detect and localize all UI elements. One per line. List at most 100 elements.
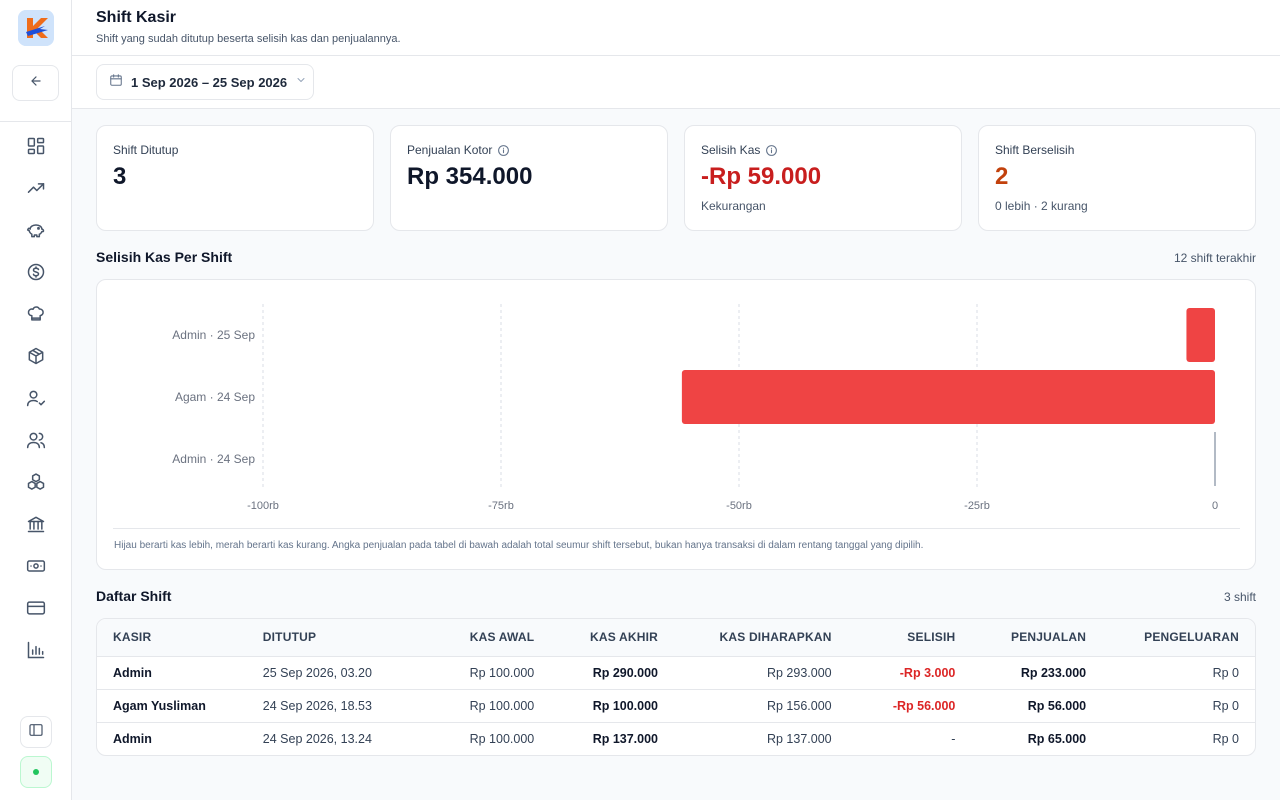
column-header-kasir[interactable]: KASIR [97, 619, 247, 657]
cell-kas-diharapkan: Rp 156.000 [766, 698, 832, 713]
users-icon[interactable] [24, 428, 48, 452]
chart-x-tick-label: -50rb [726, 500, 752, 512]
cell-kas-awal: Rp 100.000 [469, 698, 535, 713]
status-dot-icon [33, 769, 39, 775]
chart-note: Hijau berarti kas lebih, merah berarti k… [114, 540, 924, 551]
stat-value: Rp 354.000 [407, 163, 533, 190]
stat-value: 3 [113, 163, 127, 190]
cell-kasir: Agam Yusliman [113, 698, 206, 713]
connection-status-button[interactable] [20, 756, 52, 788]
stat-label: Penjualan Kotor [407, 143, 510, 157]
shift-table: KASIR DITUTUP KAS AWAL KAS AKHIR KAS DIH… [96, 618, 1256, 756]
banknote-icon[interactable] [24, 554, 48, 578]
cell-kas-awal: Rp 100.000 [469, 731, 535, 746]
dollar-circle-icon[interactable] [24, 260, 48, 284]
chart-x-tick-label: 0 [1212, 500, 1218, 512]
table-section-title: Daftar Shift [96, 588, 172, 604]
date-range-picker[interactable]: 1 Sep 2026 – 25 Sep 2026 [96, 64, 314, 100]
stat-value: 2 [995, 163, 1009, 190]
cell-kasir: Admin [113, 665, 152, 680]
chart-x-tick-label: -75rb [488, 500, 514, 512]
cell-pengeluaran: Rp 0 [1212, 698, 1239, 713]
cell-ditutup: 25 Sep 2026, 03.20 [262, 665, 372, 680]
column-header-ditutup[interactable]: DITUTUP [246, 619, 427, 657]
chart-section-meta: 12 shift terakhir [1173, 251, 1256, 265]
stat-note: 0 lebih · 2 kurang [995, 199, 1088, 213]
chart-canvas: -100rb -75rb -50rb -25rb 0 Admin · 25 Sep Agam… [172, 304, 1218, 512]
sidebar [0, 0, 72, 800]
column-header-kas-awal[interactable]: KAS AWAL [426, 619, 551, 657]
cell-kas-diharapkan: Rp 137.000 [766, 731, 832, 746]
info-icon[interactable] [765, 144, 778, 157]
table-row[interactable]: Agam Yusliman 24 Sep 2026, 18.53 Rp 100.… [97, 689, 1255, 722]
app-logo[interactable] [18, 10, 54, 46]
column-header-penjualan[interactable]: PENJUALAN [971, 619, 1103, 657]
stat-value: -Rp 59.000 [701, 163, 822, 190]
boxes-icon[interactable] [24, 470, 48, 494]
date-range-label: 1 Sep 2026 – 25 Sep 2026 [131, 74, 288, 90]
table-section-meta: 3 shift [1223, 590, 1256, 604]
cell-pengeluaran: Rp 0 [1212, 665, 1239, 680]
filter-bar: 1 Sep 2026 – 25 Sep 2026 [72, 56, 1280, 109]
chart-category-label: Admin · 25 Sep [172, 328, 255, 342]
cell-kas-akhir: Rp 137.000 [592, 731, 659, 746]
stat-note: Kekurangan [701, 199, 766, 213]
table-header-row: KASIR DITUTUP KAS AWAL KAS AKHIR KAS DIH… [97, 619, 1255, 657]
cell-ditutup: 24 Sep 2026, 13.24 [262, 731, 372, 746]
chart-divider [113, 528, 1240, 529]
column-header-kas-diharapkan[interactable]: KAS DIHARAPKAN [674, 619, 848, 657]
cell-kas-diharapkan: Rp 293.000 [766, 665, 832, 680]
trending-up-icon[interactable] [24, 176, 48, 200]
stat-card-shift-closed: Shift Ditutup 3 [96, 125, 374, 231]
chart-bar [1186, 308, 1215, 362]
sidebar-divider [0, 121, 71, 122]
cell-kasir: Admin [113, 731, 152, 746]
stat-label: Shift Berselisih [995, 143, 1075, 157]
panel-left-icon [28, 722, 44, 743]
cell-penjualan: Rp 233.000 [1020, 665, 1087, 680]
chart-x-tick-label: -25rb [964, 500, 990, 512]
stat-card-gross-sales: Penjualan Kotor Rp 354.000 [390, 125, 668, 231]
cell-pengeluaran: Rp 0 [1212, 731, 1239, 746]
cell-selisih: -Rp 3.000 [899, 665, 956, 680]
bank-icon[interactable] [24, 512, 48, 536]
back-button[interactable] [12, 65, 59, 101]
cell-selisih: -Rp 56.000 [892, 698, 956, 713]
cell-kas-akhir: Rp 100.000 [592, 698, 659, 713]
piggy-bank-icon[interactable] [24, 218, 48, 242]
stat-label: Shift Ditutup [113, 143, 179, 157]
column-header-selisih[interactable]: SELISIH [847, 619, 972, 657]
column-header-pengeluaran[interactable]: PENGELUARAN [1102, 619, 1255, 657]
user-check-icon[interactable] [24, 386, 48, 410]
page-title: Shift Kasir [96, 9, 177, 26]
cell-kas-awal: Rp 100.000 [469, 665, 535, 680]
credit-card-icon[interactable] [24, 596, 48, 620]
stat-label: Selisih Kas [701, 143, 778, 157]
arrow-left-icon [29, 74, 43, 93]
table-row[interactable]: Admin 24 Sep 2026, 13.24 Rp 100.000 Rp 1… [97, 722, 1255, 755]
chart-category-label: Agam · 24 Sep [175, 390, 255, 404]
table-row[interactable]: Admin 25 Sep 2026, 03.20 Rp 100.000 Rp 2… [97, 656, 1255, 689]
cell-kas-akhir: Rp 290.000 [592, 665, 659, 680]
page-subtitle: Shift yang sudah ditutup beserta selisih… [96, 33, 401, 45]
chef-hat-icon[interactable] [24, 302, 48, 326]
column-header-kas-akhir[interactable]: KAS AKHIR [550, 619, 675, 657]
chart-section-title: Selisih Kas Per Shift [96, 249, 233, 265]
chart-category-label: Admin · 24 Sep [172, 452, 255, 466]
calendar-icon [109, 73, 123, 92]
chevron-down-icon [295, 73, 307, 91]
cell-penjualan: Rp 65.000 [1027, 731, 1087, 746]
toggle-sidebar-button[interactable] [20, 716, 52, 748]
bar-chart-icon[interactable] [24, 638, 48, 662]
cell-penjualan: Rp 56.000 [1027, 698, 1087, 713]
cash-difference-chart: -100rb -75rb -50rb -25rb 0 Admin · 25 Sep Agam… [96, 279, 1256, 570]
info-icon[interactable] [497, 144, 510, 157]
page-header: Shift Kasir Shift yang sudah ditutup bes… [72, 0, 1280, 56]
cell-selisih: - [951, 731, 956, 746]
chart-bar [681, 370, 1215, 424]
stat-card-shifts-with-difference: Shift Berselisih 2 0 lebih · 2 kurang [978, 125, 1256, 231]
cell-ditutup: 24 Sep 2026, 18.53 [262, 698, 372, 713]
box-icon[interactable] [24, 344, 48, 368]
dashboard-icon[interactable] [24, 134, 48, 158]
chart-x-tick-label: -100rb [247, 500, 279, 512]
